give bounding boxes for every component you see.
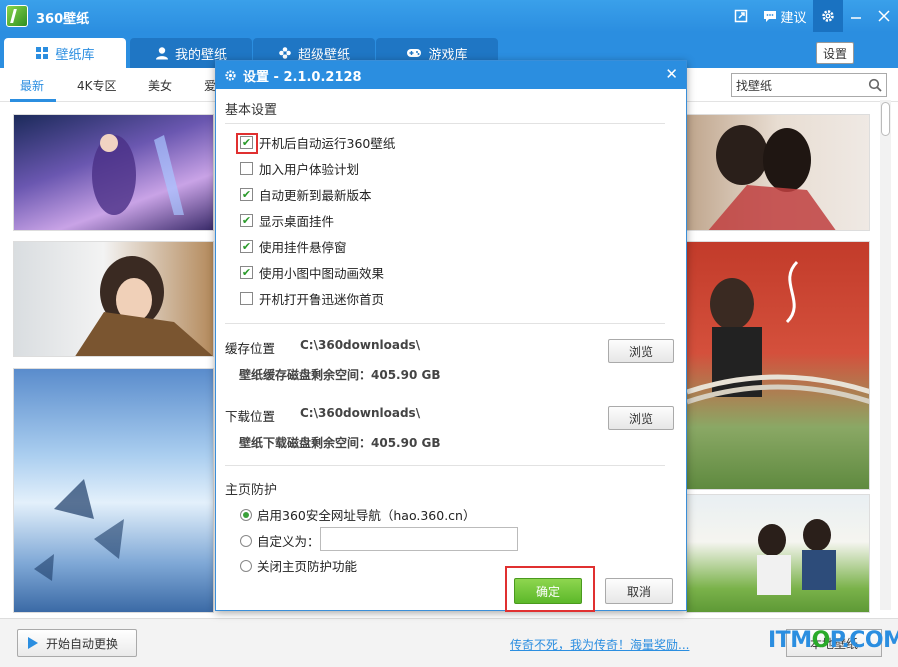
category-4k[interactable]: 4K专区 <box>77 77 117 94</box>
scrollbar[interactable] <box>880 100 891 610</box>
option-label: 使用小图中图动画效果 <box>259 266 385 281</box>
bottom-bar: 开始自动更换 传奇不死，我为传奇！海量奖励... 本地壁纸 <box>0 618 898 667</box>
option-label: 使用挂件悬停窗 <box>259 240 347 255</box>
ok-button[interactable]: 确定 <box>514 578 582 604</box>
gear-icon[interactable] <box>813 0 843 32</box>
download-browse-button[interactable]: 浏览 <box>608 406 674 430</box>
close-icon[interactable] <box>872 0 896 32</box>
checkbox-auto-start[interactable]: ✔ <box>240 136 253 149</box>
watermark: ITMOP.COM <box>768 628 898 653</box>
divider <box>225 323 665 324</box>
search-input[interactable]: 找壁纸 <box>731 73 887 97</box>
radio-label: 启用360安全网址导航（hao.360.cn） <box>257 508 476 523</box>
divider <box>225 465 665 466</box>
user-icon <box>155 47 168 60</box>
download-location-label: 下载位置 <box>225 409 276 424</box>
custom-homepage-input[interactable] <box>320 527 518 551</box>
wallpaper-thumbnail[interactable] <box>13 114 214 231</box>
settings-button[interactable]: 设置 <box>816 42 854 64</box>
option-thumbnail-animation[interactable]: ✔ 使用小图中图动画效果 <box>240 263 384 282</box>
tab-wallpaper-library[interactable]: 壁纸库 <box>4 38 126 68</box>
checkbox-thumbnail-animation[interactable]: ✔ <box>240 266 253 279</box>
option-360-nav[interactable]: 启用360安全网址导航（hao.360.cn） <box>240 505 475 524</box>
promo-link[interactable]: 传奇不死，我为传奇！海量奖励... <box>510 636 689 653</box>
wallpaper-thumbnail[interactable] <box>13 368 214 613</box>
cancel-button[interactable]: 取消 <box>605 578 673 604</box>
download-path: C:\360downloads\ <box>300 406 421 420</box>
dialog-close-icon[interactable]: ✕ <box>665 65 678 83</box>
chat-icon <box>764 10 777 22</box>
watermark-prefix: ITM <box>768 628 812 653</box>
auto-change-label: 开始自动更换 <box>46 636 119 651</box>
feedback-button[interactable]: 建议 <box>760 0 810 32</box>
category-latest[interactable]: 最新 <box>20 77 44 94</box>
wallpaper-thumbnail[interactable] <box>686 494 870 613</box>
settings-dialog: 设置 - 2.1.0.2128 ✕ 基本设置 ✔ 开机后自动运行360壁纸 加入… <box>215 60 687 612</box>
tab-label: 壁纸库 <box>55 47 95 63</box>
auto-change-button[interactable]: 开始自动更换 <box>17 629 137 657</box>
title-bar: 360壁纸 建议 <box>0 0 898 32</box>
wallpaper-thumbnail[interactable] <box>686 114 870 231</box>
cache-free-space: 壁纸缓存磁盘剩余空间：405.90 GB <box>239 368 441 382</box>
checkbox-auto-update[interactable]: ✔ <box>240 188 253 201</box>
option-widget-hover[interactable]: ✔ 使用挂件悬停窗 <box>240 237 347 256</box>
wallpaper-thumbnail[interactable] <box>13 241 214 357</box>
app-logo-icon <box>6 5 28 27</box>
homepage-protection-heading: 主页防护 <box>225 483 278 498</box>
option-disable-protection[interactable]: 关闭主页防护功能 <box>240 556 357 575</box>
option-label: 显示桌面挂件 <box>259 214 335 229</box>
dialog-title: 设置 - 2.1.0.2128 <box>243 69 362 85</box>
minimize-icon[interactable] <box>845 0 867 32</box>
gear-icon <box>225 69 236 81</box>
option-user-experience[interactable]: 加入用户体验计划 <box>240 159 359 178</box>
dialog-title-bar: 设置 - 2.1.0.2128 ✕ <box>216 61 686 89</box>
option-label: 开机后自动运行360壁纸 <box>259 136 396 151</box>
app-title: 360壁纸 <box>36 12 90 27</box>
option-label: 自动更新到最新版本 <box>259 188 372 203</box>
gamepad-icon <box>407 49 422 57</box>
checkbox-widget-hover[interactable]: ✔ <box>240 240 253 253</box>
radio-label: 自定义为： <box>257 534 320 549</box>
scrollbar-thumb[interactable] <box>881 102 890 136</box>
feedback-label: 建议 <box>780 10 807 26</box>
option-auto-update[interactable]: ✔ 自动更新到最新版本 <box>240 185 372 204</box>
option-label: 开机打开鲁迅迷你首页 <box>259 292 385 307</box>
watermark-suffix: P.COM <box>829 628 898 653</box>
radio-disable-protection[interactable] <box>240 559 252 572</box>
cache-location-label: 缓存位置 <box>225 341 276 356</box>
option-auto-start[interactable]: ✔ 开机后自动运行360壁纸 <box>240 133 395 152</box>
option-custom-homepage[interactable]: 自定义为： <box>240 531 320 550</box>
search-text: 找壁纸 <box>736 78 773 93</box>
cache-path: C:\360downloads\ <box>300 338 421 352</box>
flower-icon <box>279 47 291 59</box>
play-icon <box>28 637 38 649</box>
checkbox-user-experience[interactable] <box>240 162 253 175</box>
wallpaper-thumbnail[interactable] <box>686 241 870 490</box>
radio-360-nav[interactable] <box>240 508 252 521</box>
download-free-space: 壁纸下载磁盘剩余空间：405.90 GB <box>239 436 441 450</box>
option-label: 加入用户体验计划 <box>259 162 360 177</box>
basic-settings-heading: 基本设置 <box>225 103 278 118</box>
category-beauty[interactable]: 美女 <box>148 77 172 94</box>
watermark-o: O <box>811 628 831 653</box>
option-mini-homepage[interactable]: 开机打开鲁迅迷你首页 <box>240 289 384 308</box>
checkbox-desktop-widget[interactable]: ✔ <box>240 214 253 227</box>
skin-icon[interactable] <box>730 0 752 32</box>
option-desktop-widget[interactable]: ✔ 显示桌面挂件 <box>240 211 334 230</box>
divider <box>225 123 665 124</box>
cache-browse-button[interactable]: 浏览 <box>608 339 674 363</box>
radio-custom-homepage[interactable] <box>240 534 252 547</box>
checkbox-mini-homepage[interactable] <box>240 292 253 305</box>
grid-icon <box>36 47 49 59</box>
search-icon[interactable] <box>868 78 882 92</box>
radio-label: 关闭主页防护功能 <box>257 559 358 574</box>
